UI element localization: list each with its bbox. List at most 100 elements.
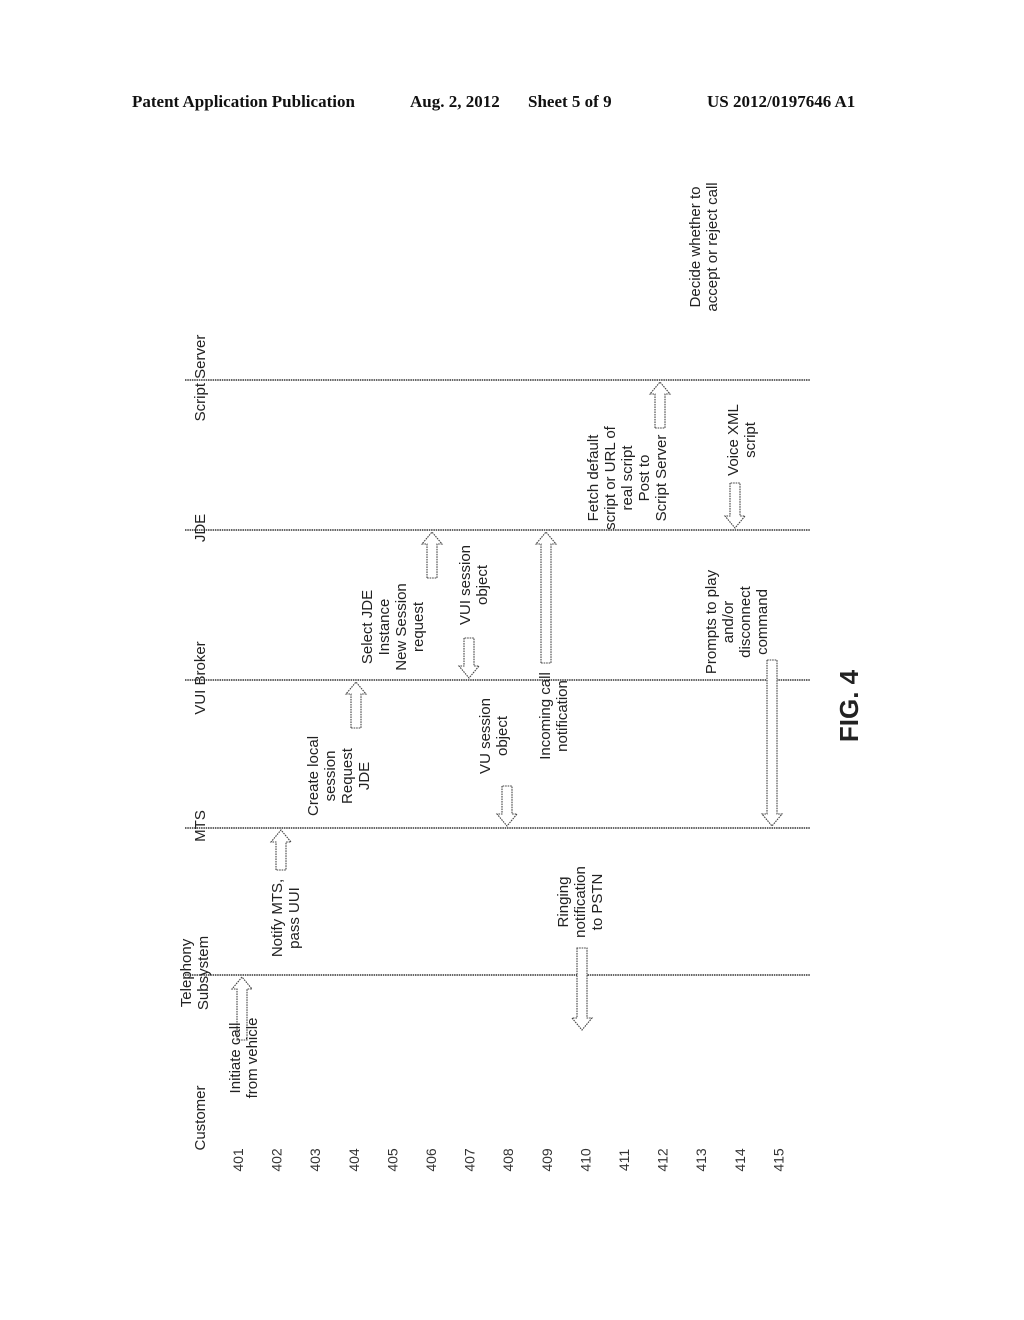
message-arrow-409 — [534, 531, 558, 664]
actor-label-script-server-line: Script Server — [192, 335, 209, 422]
message-label-402: Notify MTS, pass UUI — [269, 879, 303, 957]
message-label-415-line: disconnect — [737, 585, 754, 658]
message-label-407-line: object — [474, 564, 491, 605]
message-arrow-408 — [495, 785, 519, 827]
figure-label: FIG. 4 — [834, 669, 864, 742]
step-number-text: 401 — [230, 1148, 246, 1172]
message-label-403-line: Request — [339, 747, 356, 804]
actor-label-vui-broker-line: VUI Broker — [192, 641, 209, 714]
message-arrow-410 — [570, 947, 594, 1031]
step-number-text: 409 — [539, 1148, 555, 1172]
message-label-401-line: from vehicle — [244, 1018, 261, 1099]
step-number: 413 — [693, 1148, 709, 1172]
message-label-414-line: script — [742, 421, 759, 458]
sequence-diagram: Customer Telephony Subsystem MTS VUI Broker J… — [178, 182, 864, 1171]
message-label-415-line: Prompts to play — [703, 569, 720, 674]
actor-label-script-server: Script Server — [192, 335, 209, 422]
step-number-text: 405 — [384, 1148, 400, 1172]
message-label-414: Voice XML script — [725, 404, 759, 476]
step-number: 412 — [655, 1148, 671, 1172]
message-label-415-line: and/or — [720, 601, 737, 644]
diagram-labels: Customer Telephony Subsystem MTS VUI Broker J… — [178, 182, 864, 1171]
message-label-411-line: real script — [619, 445, 636, 511]
message-label-403-line: session — [322, 751, 339, 802]
message-label-402-line: pass UUI — [286, 887, 303, 949]
message-label-410-line: Ringing — [555, 877, 572, 928]
step-number-text: 414 — [732, 1148, 748, 1172]
step-number: 407 — [462, 1148, 478, 1172]
actor-label-vui-broker: VUI Broker — [192, 641, 209, 714]
message-label-412: Decide whether to accept or reject call — [687, 182, 721, 311]
step-number: 414 — [732, 1148, 748, 1172]
message-label-411-line: Script Server — [653, 435, 670, 522]
step-number-text: 410 — [577, 1148, 593, 1172]
step-number-text: 413 — [693, 1148, 709, 1172]
message-label-410: Ringing notification to PSTN — [555, 866, 606, 938]
step-number: 406 — [423, 1148, 439, 1172]
message-label-403-line: Create local — [305, 736, 322, 816]
actor-label-mts-line: MTS — [192, 810, 209, 842]
message-label-410-line: to PSTN — [589, 874, 606, 931]
message-label-411: Fetch default script or URL of real script… — [585, 425, 670, 529]
step-number: 409 — [539, 1148, 555, 1172]
message-label-403-line: JDE — [356, 762, 373, 790]
message-label-408-line: object — [494, 715, 511, 756]
step-number: 405 — [384, 1148, 400, 1172]
message-label-412-line: accept or reject call — [704, 182, 721, 311]
step-number: 404 — [346, 1148, 362, 1172]
message-label-404-line: New Session — [393, 583, 410, 671]
message-arrows — [230, 381, 784, 1041]
message-label-415: Prompts to play and/or disconnect command — [703, 569, 771, 674]
step-number: 408 — [500, 1148, 516, 1172]
actor-label-telephony-line: Subsystem — [195, 936, 212, 1010]
message-label-401: Initiate call from vehicle — [227, 1018, 261, 1099]
actor-label-telephony-line: Telephony — [178, 938, 195, 1007]
message-label-402-line: Notify MTS, — [269, 879, 286, 957]
message-label-414-line: Voice XML — [725, 404, 742, 476]
message-arrow-407 — [457, 637, 481, 679]
actor-label-jde: JDE — [192, 514, 209, 542]
message-label-404-line: Select JDE — [359, 590, 376, 664]
message-label-404-line: Instance — [376, 599, 393, 656]
message-label-408-line: VU session — [477, 698, 494, 774]
step-number: 401 — [230, 1148, 246, 1172]
step-number-text: 412 — [655, 1148, 671, 1172]
actor-label-customer: Customer — [192, 1085, 209, 1150]
message-arrow-415 — [760, 659, 784, 827]
message-label-411-line: Post to — [636, 455, 653, 502]
message-label-412-line: Decide whether to — [687, 187, 704, 308]
step-number-text: 408 — [500, 1148, 516, 1172]
message-label-415-line: command — [754, 589, 771, 655]
message-arrow-411 — [648, 381, 672, 429]
message-label-411-line: script or URL of — [602, 425, 619, 529]
message-label-404: Select JDE Instance New Session request — [359, 583, 427, 671]
message-label-407: VUI session object — [457, 545, 491, 625]
message-label-407-line: VUI session — [457, 545, 474, 625]
message-label-401-line: Initiate call — [227, 1023, 244, 1094]
message-label-409-line: Incoming call — [537, 672, 554, 760]
actor-label-customer-line: Customer — [192, 1085, 209, 1150]
step-number-text: 415 — [770, 1148, 786, 1172]
message-label-404-line: request — [410, 601, 427, 652]
figure-label-text: FIG. 4 — [834, 669, 864, 742]
message-label-403: Create local session Request JDE — [305, 736, 373, 816]
message-label-408: VU session object — [477, 698, 511, 774]
step-number-text: 404 — [346, 1148, 362, 1172]
step-number-text: 406 — [423, 1148, 439, 1172]
step-number: 403 — [307, 1148, 323, 1172]
step-number: 415 — [770, 1148, 786, 1172]
message-arrow-404 — [420, 531, 444, 579]
message-arrow-402 — [269, 829, 293, 871]
message-label-411-line: Fetch default — [585, 434, 602, 522]
message-arrow-414 — [723, 482, 747, 529]
step-number-text: 411 — [616, 1149, 632, 1172]
step-number-text: 402 — [269, 1148, 285, 1172]
step-number-text: 403 — [307, 1148, 323, 1172]
message-label-410-line: notification — [572, 866, 589, 938]
message-label-409-line: notification — [554, 680, 571, 752]
message-label-409: Incoming call notification — [537, 672, 571, 760]
message-arrow-403 — [344, 681, 368, 729]
step-number: 402 — [269, 1148, 285, 1172]
actor-label-jde-line: JDE — [192, 514, 209, 542]
actor-label-telephony: Telephony Subsystem — [178, 936, 212, 1010]
